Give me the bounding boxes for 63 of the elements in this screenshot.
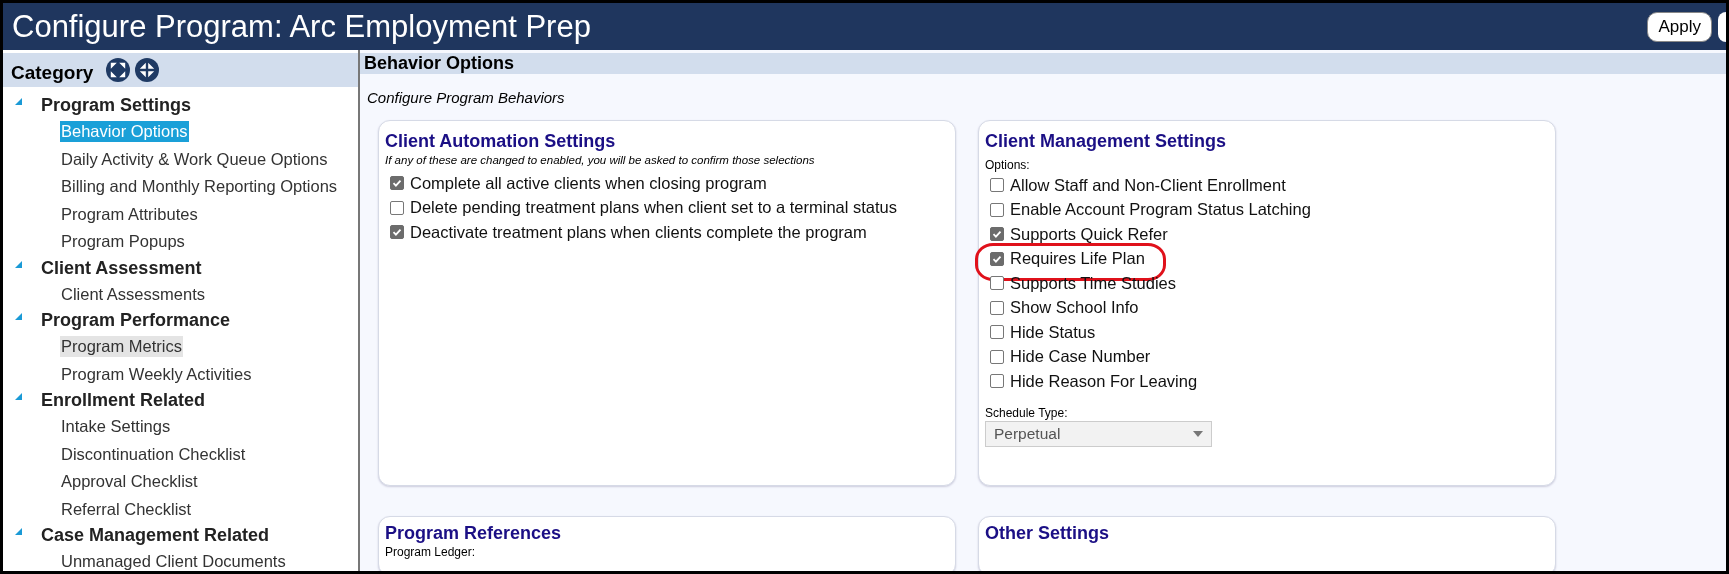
card-title: Client Automation Settings [385, 131, 617, 152]
checkbox-label[interactable]: Show School Info [1010, 298, 1139, 318]
checkbox[interactable] [990, 325, 1004, 340]
checkbox[interactable] [990, 300, 1004, 315]
checkbox[interactable] [990, 374, 1004, 389]
checkbox[interactable] [990, 276, 1004, 291]
checkbox-label[interactable]: Delete pending treatment plans when client set to a terminal status [410, 198, 898, 218]
tree-item[interactable]: Referral Checklist [60, 498, 193, 520]
card-title: Other Settings [985, 523, 1110, 544]
checkbox-label[interactable]: Complete all active clients when closing program [410, 173, 767, 193]
section-subtitle: Configure Program Behaviors [366, 88, 566, 106]
tree-group-label[interactable]: Client Assessment [41, 257, 202, 279]
caret-icon [1193, 430, 1203, 437]
checkbox-label[interactable]: Enable Account Program Status Latching [1010, 200, 1311, 220]
tree-item[interactable]: Program Attributes [60, 203, 199, 225]
checkbox-label[interactable]: Requires Life Plan [1010, 249, 1145, 269]
checkbox-label[interactable]: Hide Status [1010, 322, 1096, 342]
field-label: Program Ledger: [385, 545, 477, 559]
checkbox[interactable] [390, 176, 404, 191]
tree-item[interactable]: Program Popups [60, 231, 186, 253]
tree-item[interactable]: Unmanaged Client Documents [60, 551, 287, 571]
tree-item[interactable]: Daily Activity & Work Queue Options [60, 148, 329, 170]
checkbox-label[interactable]: Deactivate treatment plans when clients complete the program [410, 222, 867, 242]
tree-group-label[interactable]: Program Performance [41, 310, 231, 331]
options-label: Options: [985, 158, 1031, 172]
collapse-all-icon[interactable] [135, 58, 160, 82]
tree-item[interactable]: Program Weekly Activities [60, 363, 253, 385]
checkbox-label[interactable]: Hide Reason For Leaving [1010, 371, 1198, 391]
expand-triangle-icon[interactable] [15, 98, 22, 105]
apply-button[interactable]: Apply [1647, 11, 1712, 42]
checkbox-label[interactable]: Hide Case Number [1010, 347, 1151, 367]
window-title: Configure Program: Arc Employment Prep [12, 8, 591, 45]
checkbox[interactable] [390, 200, 404, 215]
cut-off-button[interactable] [1718, 11, 1726, 42]
select-label: Schedule Type: [985, 405, 1069, 420]
tree-group-label[interactable]: Program Settings [41, 95, 192, 116]
card-note: If any of these are changed to enabled, you will be asked to confirm those selections [385, 154, 816, 166]
tree-group-label[interactable]: Case Management Related [41, 525, 270, 546]
tree-item[interactable]: Billing and Monthly Reporting Options [60, 176, 339, 198]
card-title: Client Management Settings [985, 131, 1228, 152]
checkbox[interactable] [990, 349, 1004, 364]
expand-triangle-icon[interactable] [15, 393, 22, 400]
checkbox[interactable] [990, 251, 1004, 266]
tree-item[interactable]: Discontinuation Checklist [60, 443, 247, 465]
tree-group-label[interactable]: Enrollment Related [41, 390, 206, 411]
schedule-type-dropdown[interactable]: Perpetual [985, 420, 1212, 447]
expand-triangle-icon[interactable] [15, 313, 22, 320]
checkbox[interactable] [990, 227, 1004, 242]
section-title: Behavior Options [364, 53, 515, 74]
checkbox-label[interactable]: Allow Staff and Non-Client Enrollment [1010, 175, 1286, 195]
sidebar-title: Category [11, 62, 94, 84]
tree-item[interactable]: Intake Settings [60, 416, 172, 438]
tree-item[interactable]: Approval Checklist [60, 471, 199, 493]
tree-item[interactable]: Client Assessments [60, 283, 206, 305]
card-title: Program References [385, 523, 563, 544]
checkbox[interactable] [990, 202, 1004, 217]
expand-all-icon[interactable] [106, 58, 131, 82]
tree-item[interactable]: Program Metrics [60, 336, 184, 358]
checkbox[interactable] [990, 178, 1004, 193]
expand-triangle-icon[interactable] [15, 260, 22, 268]
expand-triangle-icon[interactable] [15, 528, 22, 535]
checkbox[interactable] [390, 225, 404, 240]
checkbox-label[interactable]: Supports Quick Refer [1010, 224, 1168, 244]
